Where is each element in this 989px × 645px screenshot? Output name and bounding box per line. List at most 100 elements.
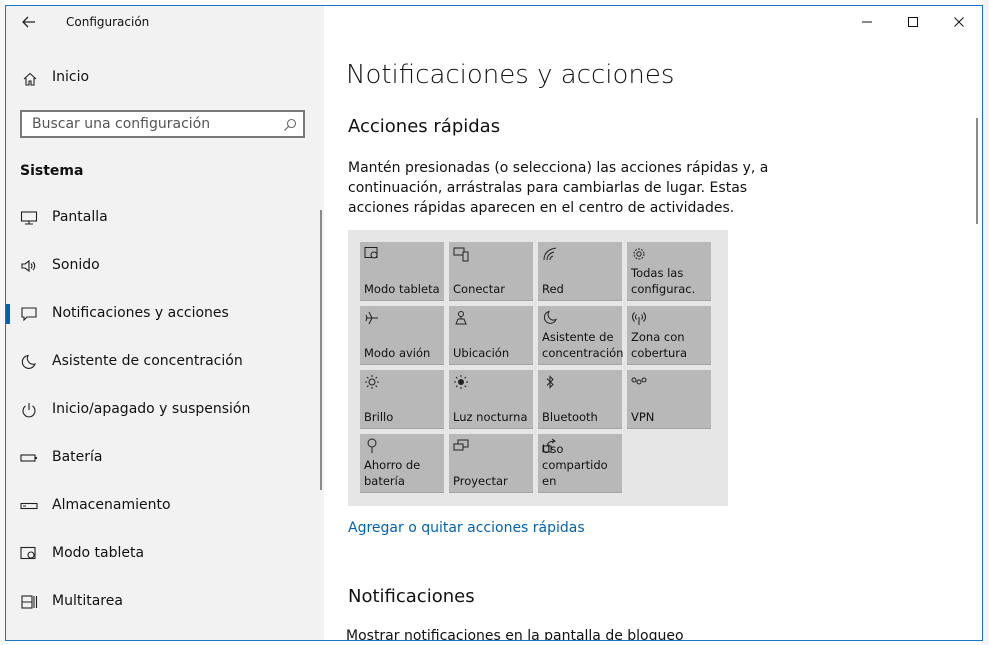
section-label: Sistema bbox=[20, 163, 84, 179]
quick-action-label: Modo avión bbox=[364, 346, 431, 360]
quick-action-label: Brillo bbox=[364, 410, 394, 424]
sidebar-item-modo-tableta[interactable]: Modo tableta bbox=[6, 534, 324, 574]
arrow-left-icon bbox=[22, 16, 35, 28]
quick-action-tile[interactable]: Uso compartido en bbox=[538, 434, 622, 493]
tablet-mode-icon bbox=[20, 546, 36, 560]
quick-action-tile[interactable]: Bluetooth bbox=[538, 370, 622, 429]
quick-action-label: Bluetooth bbox=[542, 410, 598, 424]
hotspot-icon bbox=[632, 312, 646, 325]
maximize-button[interactable] bbox=[890, 6, 936, 38]
multitask-icon bbox=[21, 595, 38, 609]
quick-action-tile[interactable]: Zona con cobertura bbox=[627, 306, 711, 365]
sidebar-item-label: Sonido bbox=[52, 257, 100, 273]
quick-action-tile[interactable]: Asistente de concentración bbox=[538, 306, 624, 365]
sidebar-item-inicio-apagado[interactable]: Inicio/apagado y suspensión bbox=[6, 390, 324, 430]
quick-action-tile[interactable]: Luz nocturna bbox=[449, 370, 533, 429]
quick-action-tile[interactable]: Proyectar bbox=[449, 434, 533, 493]
sidebar: Configuración Inicio Buscar una configur… bbox=[6, 6, 324, 640]
sidebar-item-label: Modo tableta bbox=[52, 545, 145, 561]
selection-indicator bbox=[6, 304, 10, 324]
location-icon bbox=[455, 311, 467, 325]
speaker-icon bbox=[21, 259, 36, 273]
sidebar-item-pantalla[interactable]: Pantalla bbox=[6, 198, 324, 238]
nav-home-label: Inicio bbox=[52, 69, 90, 85]
bluetooth-icon bbox=[546, 375, 554, 389]
quick-action-label: Zona con cobertura bbox=[631, 330, 688, 360]
quick-action-label: Asistente de concentración bbox=[542, 330, 624, 360]
nav-home[interactable]: Inicio bbox=[6, 66, 324, 96]
gear-icon bbox=[633, 248, 645, 260]
close-icon bbox=[954, 17, 964, 27]
quick-actions-description: Mantén presionadas (o selecciona) las ac… bbox=[348, 160, 769, 216]
quick-action-tile[interactable]: Ahorro de batería bbox=[360, 434, 444, 493]
quick-action-tile[interactable]: VPN bbox=[627, 370, 711, 429]
notifications-heading: Notificaciones bbox=[348, 586, 475, 607]
quick-action-label: Ubicación bbox=[453, 346, 510, 360]
sidebar-item-label: Inicio/apagado y suspensión bbox=[52, 401, 251, 417]
quick-action-label: Todas las configurac. bbox=[631, 266, 696, 296]
night-light-icon bbox=[454, 375, 468, 389]
quick-action-label: Modo tableta bbox=[364, 282, 440, 296]
add-remove-quick-actions-link[interactable]: Agregar o quitar acciones rápidas bbox=[348, 520, 585, 536]
search-input[interactable]: Buscar una configuración bbox=[20, 110, 305, 138]
minimize-icon bbox=[862, 21, 872, 23]
quick-action-label: Luz nocturna bbox=[453, 410, 528, 424]
quick-action-tile[interactable]: Modo tableta bbox=[360, 242, 444, 301]
minimize-button[interactable] bbox=[844, 6, 890, 38]
quick-action-tile[interactable]: Ubicación bbox=[449, 306, 533, 365]
sidebar-item-bateria[interactable]: Batería bbox=[6, 438, 324, 478]
quick-actions-grid: Modo tableta Conectar Red Todas las conf… bbox=[348, 230, 728, 506]
content-scrollbar[interactable] bbox=[976, 118, 978, 224]
quick-action-label: Conectar bbox=[453, 282, 506, 296]
sidebar-item-label: Batería bbox=[52, 449, 103, 465]
sidebar-item-multitarea[interactable]: Multitarea bbox=[6, 582, 324, 622]
sidebar-item-label: Almacenamiento bbox=[52, 497, 171, 513]
project-icon bbox=[453, 439, 469, 451]
power-icon bbox=[22, 403, 36, 418]
tablet-mode-icon bbox=[364, 247, 378, 259]
sidebar-item-notificaciones[interactable]: Notificaciones y acciones bbox=[6, 294, 324, 334]
quick-actions-heading: Acciones rápidas bbox=[348, 116, 501, 137]
quick-action-label: Proyectar bbox=[453, 474, 508, 488]
airplane-icon bbox=[365, 311, 378, 325]
connect-icon bbox=[453, 247, 469, 262]
moon-icon bbox=[543, 310, 557, 324]
battery-saver-icon bbox=[367, 438, 377, 453]
quick-action-tile[interactable]: Conectar bbox=[449, 242, 533, 301]
settings-window: Configuración Inicio Buscar una configur… bbox=[5, 5, 983, 641]
quick-action-label: Red bbox=[542, 282, 564, 296]
search-placeholder: Buscar una configuración bbox=[32, 116, 211, 132]
display-icon bbox=[20, 211, 38, 225]
quick-action-label: VPN bbox=[631, 410, 655, 424]
sidebar-item-label: Asistente de concentración bbox=[52, 353, 243, 369]
quick-action-tile[interactable]: Todas las configurac. bbox=[627, 242, 711, 301]
close-button[interactable] bbox=[936, 6, 982, 38]
lock-screen-notifications-label: Mostrar notificaciones en la pantalla de… bbox=[346, 628, 684, 641]
sidebar-item-label: Pantalla bbox=[52, 209, 108, 225]
sidebar-scrollbar[interactable] bbox=[320, 210, 322, 490]
moon-icon bbox=[21, 354, 36, 369]
home-icon bbox=[23, 72, 37, 86]
app-title: Configuración bbox=[66, 15, 150, 29]
quick-action-tile[interactable]: Modo avión bbox=[360, 306, 444, 365]
background-window-edge-right bbox=[982, 0, 989, 645]
back-button[interactable] bbox=[18, 12, 40, 32]
page-title: Notificaciones y acciones bbox=[346, 60, 675, 90]
sidebar-item-asistente[interactable]: Asistente de concentración bbox=[6, 342, 324, 382]
title-bar: Configuración bbox=[6, 6, 324, 38]
quick-action-tile[interactable]: Red bbox=[538, 242, 622, 301]
network-icon bbox=[543, 247, 557, 261]
search-icon bbox=[284, 118, 297, 131]
quick-action-tile[interactable]: Brillo bbox=[360, 370, 444, 429]
sidebar-item-label: Notificaciones y acciones bbox=[52, 305, 229, 321]
sidebar-item-almacenamiento[interactable]: Almacenamiento bbox=[6, 486, 324, 526]
maximize-icon bbox=[908, 17, 918, 27]
sidebar-item-label: Multitarea bbox=[52, 593, 123, 609]
sidebar-item-sonido[interactable]: Sonido bbox=[6, 246, 324, 286]
storage-icon bbox=[20, 502, 38, 510]
vpn-icon bbox=[631, 377, 647, 385]
brightness-icon bbox=[365, 375, 379, 389]
quick-action-label: Ahorro de batería bbox=[364, 458, 421, 488]
battery-icon bbox=[20, 454, 37, 462]
main-content: Notificaciones y acciones Acciones rápid… bbox=[324, 6, 982, 640]
